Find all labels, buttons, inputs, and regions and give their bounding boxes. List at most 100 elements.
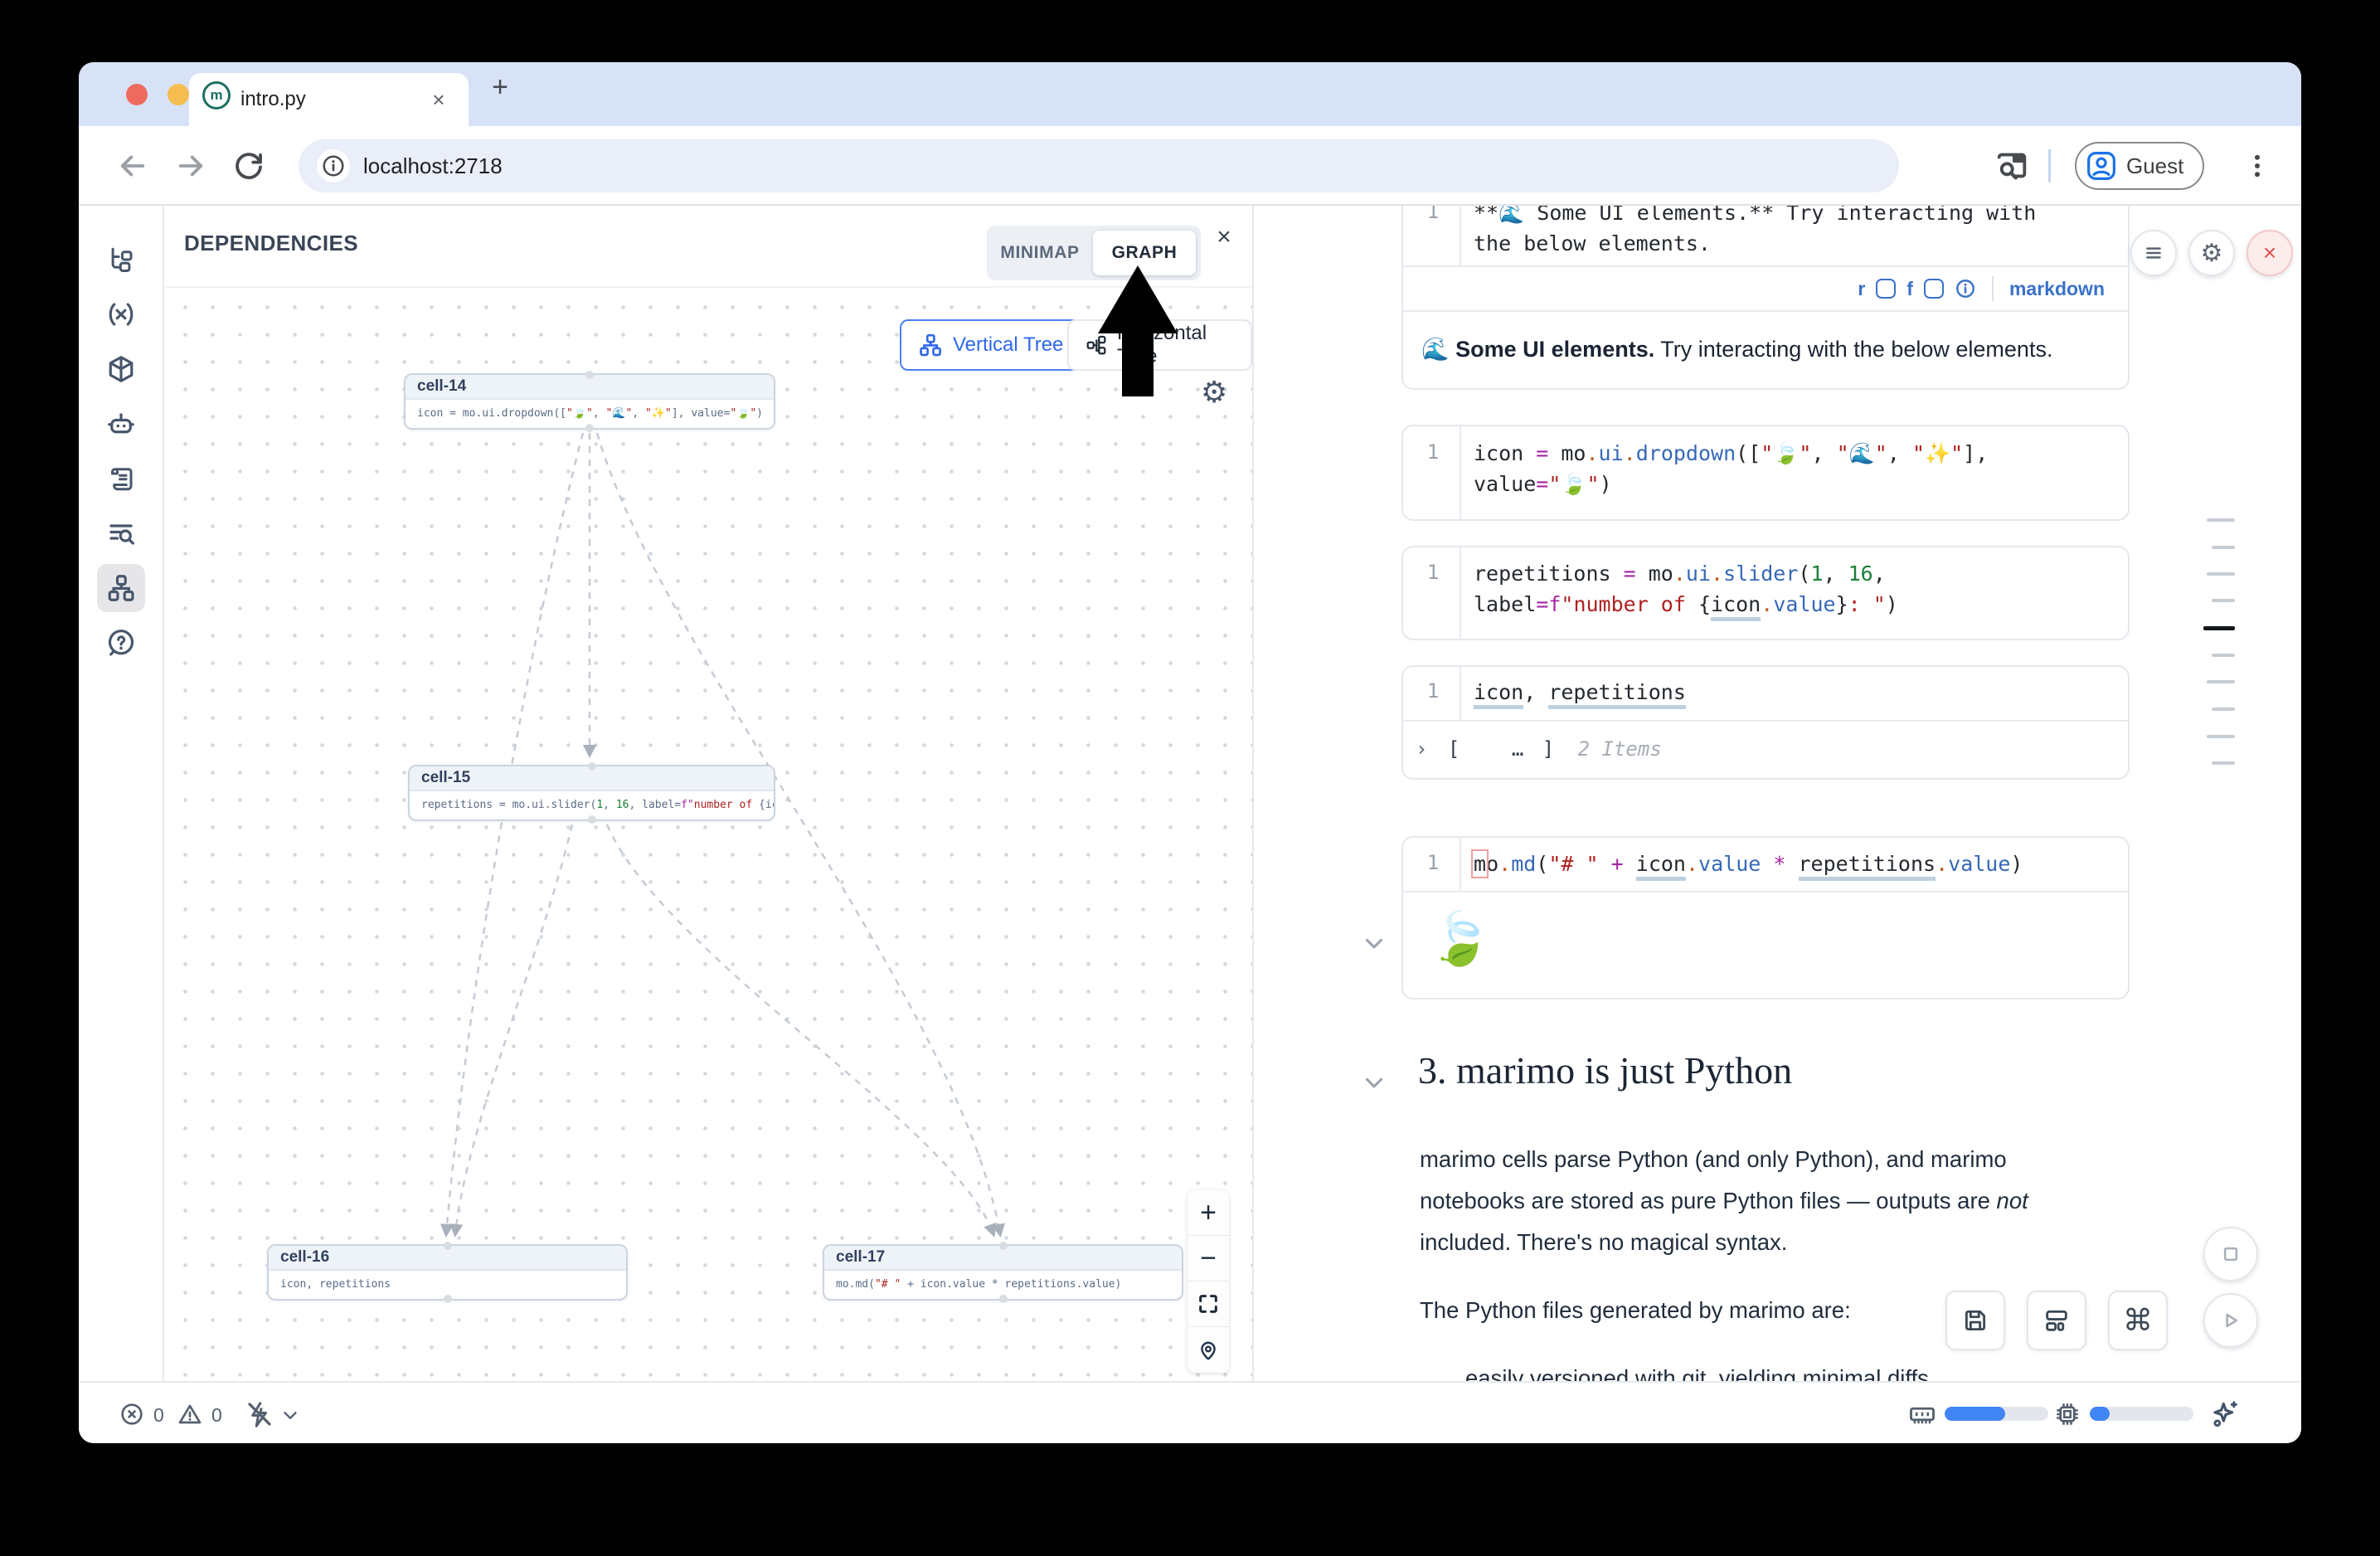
markdown-cell[interactable]: 1 **🌊 Some UI elements.** Try interactin…: [1401, 206, 2130, 390]
gutter-rule: [1460, 838, 1461, 891]
code-line[interactable]: mo.md("# " + icon.value * repetitions.va…: [1474, 850, 2023, 878]
code-line[interactable]: icon, repetitions: [1474, 678, 1686, 707]
chevron-down-icon[interactable]: [279, 1404, 301, 1426]
cell-outline-minimap[interactable]: [2202, 206, 2235, 786]
outline-marker[interactable]: [2207, 572, 2235, 576]
prose-line: marimo cells parse Python (and only Pyth…: [1420, 1146, 2007, 1173]
info-icon[interactable]: [1955, 278, 1976, 299]
code-line[interactable]: **🌊 Some UI elements.** Try interacting …: [1474, 206, 2036, 227]
back-icon[interactable]: [115, 148, 150, 183]
language-label[interactable]: markdown: [2009, 278, 2105, 300]
tab-search-icon[interactable]: [1993, 147, 2031, 185]
tab-graph[interactable]: GRAPH: [1093, 226, 1196, 280]
warnings-icon[interactable]: [177, 1401, 203, 1427]
items-count-label: 2 Items: [1578, 737, 1662, 761]
site-info-icon[interactable]: [317, 149, 350, 182]
code-line[interactable]: icon = mo.ui.dropdown(["🍃", "🌊", "✨"],: [1474, 440, 1988, 468]
md-expression-cell[interactable]: 1 mo.md("# " + icon.value * repetitions.…: [1401, 836, 2130, 999]
dependency-graph-canvas[interactable]: Vertical Tree Horizontal Tree ⚙ cell-14 …: [164, 286, 1252, 1381]
browser-tab[interactable]: m intro.py ×: [189, 73, 469, 126]
expression-cell[interactable]: 1 icon, repetitions › [ … ] 2 Items: [1401, 665, 2130, 780]
close-panel-icon[interactable]: ×: [1207, 221, 1241, 254]
minimize-window-button[interactable]: [168, 84, 189, 105]
reactive-badge[interactable]: r: [1858, 278, 1865, 300]
sidebar-item-dependency-graph[interactable]: [97, 564, 145, 612]
outline-marker[interactable]: [2212, 546, 2235, 549]
outline-marker[interactable]: [2212, 707, 2235, 711]
shutdown-button[interactable]: ×: [2246, 230, 2293, 276]
tab-minimap[interactable]: MINIMAP: [987, 226, 1093, 280]
save-icon: [1961, 1306, 1989, 1335]
center-selection-button[interactable]: [1188, 1327, 1229, 1373]
cell-divider: [1403, 310, 2128, 312]
collapse-section-chevron-icon[interactable]: [1360, 1068, 1388, 1096]
reactive-checkbox[interactable]: [1876, 279, 1896, 299]
code-line[interactable]: the below elements.: [1474, 230, 1711, 258]
graph-settings-gear-icon[interactable]: ⚙: [1201, 375, 1227, 410]
sidebar-item-logs[interactable]: [97, 509, 145, 557]
format-badge[interactable]: f: [1906, 278, 1913, 300]
profile-button[interactable]: Guest: [2075, 142, 2204, 190]
expand-chevron-icon[interactable]: ›: [1416, 737, 1427, 761]
run-cells-button[interactable]: [2203, 1293, 2258, 1348]
tab-close-icon[interactable]: ×: [424, 85, 454, 114]
graph-node-cell-16[interactable]: cell-16 icon, repetitions: [267, 1244, 628, 1301]
outline-marker[interactable]: [2207, 680, 2235, 683]
markdown-toggle-row: r f markdown: [1858, 276, 2105, 301]
cpu-icon[interactable]: [2052, 1399, 2082, 1429]
collapse-output-chevron-icon[interactable]: [1360, 929, 1388, 957]
horizontal-tree-button[interactable]: Horizontal Tree: [1067, 319, 1252, 371]
help-bubble-icon: [106, 628, 136, 658]
code-line[interactable]: label=f"number of {icon.value}: "): [1474, 591, 1898, 619]
location-pin-icon: [1197, 1339, 1220, 1362]
forward-icon[interactable]: [173, 148, 208, 183]
slider-code-cell[interactable]: 1 repetitions = mo.ui.slider(1, 16, labe…: [1401, 546, 2130, 640]
dropdown-code-cell[interactable]: 1 icon = mo.ui.dropdown(["🍃", "🌊", "✨"],…: [1401, 425, 2130, 521]
format-checkbox[interactable]: [1924, 279, 1944, 299]
zoom-in-button[interactable]: +: [1188, 1190, 1229, 1236]
sidebar-item-snippets[interactable]: [97, 455, 145, 503]
close-window-button[interactable]: [126, 84, 148, 105]
autorun-disabled-icon[interactable]: [245, 1399, 274, 1429]
errors-icon[interactable]: [119, 1401, 145, 1427]
sidebar-item-packages[interactable]: [97, 345, 145, 393]
outline-marker[interactable]: [2212, 654, 2235, 657]
notebook-settings-button[interactable]: ⚙: [2188, 230, 2235, 276]
graph-node-cell-15[interactable]: cell-15 repetitions = mo.ui.slider(1, 16…: [408, 765, 775, 821]
browser-menu-icon[interactable]: [2242, 150, 2273, 182]
graph-node-cell-14[interactable]: cell-14 icon = mo.ui.dropdown(["🍃", "🌊",…: [404, 373, 775, 430]
outline-marker[interactable]: [2212, 761, 2235, 765]
address-bar[interactable]: localhost:2718: [299, 139, 1899, 192]
collapsed-output-row[interactable]: › [ … ] 2 Items: [1416, 737, 1662, 761]
notebook-menu-button[interactable]: [2130, 230, 2177, 276]
outline-marker[interactable]: [2207, 735, 2235, 738]
cell-divider: [1403, 720, 2128, 722]
code-line[interactable]: value="🍃"): [1474, 470, 1612, 498]
ai-sparkle-icon[interactable]: [2208, 1398, 2242, 1431]
stop-kernel-button[interactable]: [2203, 1227, 2258, 1281]
vertical-tree-button[interactable]: Vertical Tree: [900, 319, 1081, 371]
url-text[interactable]: localhost:2718: [363, 139, 503, 192]
fit-view-button[interactable]: [1188, 1281, 1229, 1327]
sidebar-item-file-explorer[interactable]: [97, 236, 145, 284]
reload-icon[interactable]: [231, 148, 266, 183]
zoom-out-button[interactable]: −: [1188, 1236, 1229, 1281]
keyboard-shortcuts-button[interactable]: ⌘: [2108, 1291, 2168, 1350]
save-button[interactable]: [1945, 1291, 2005, 1350]
memory-icon[interactable]: [1907, 1399, 1937, 1429]
graph-node-cell-17[interactable]: cell-17 mo.md("# " + icon.value * repeti…: [823, 1244, 1183, 1301]
outline-marker[interactable]: [2207, 518, 2235, 522]
tab-strip: m intro.py × +: [79, 62, 2301, 126]
node-handle: [999, 1242, 1008, 1250]
code-line[interactable]: repetitions = mo.ui.slider(1, 16,: [1474, 560, 1886, 588]
new-tab-button[interactable]: +: [482, 69, 518, 105]
browser-window: m intro.py × + localhost:2718 Guest: [79, 62, 2301, 1443]
outline-marker[interactable]: [2212, 599, 2235, 602]
sidebar-item-help[interactable]: [97, 619, 145, 667]
cpu-usage-fill: [2090, 1407, 2110, 1421]
layout-toggle-button[interactable]: [2027, 1291, 2086, 1350]
file-tree-icon: [107, 246, 135, 274]
sidebar-item-variables[interactable]: [97, 290, 145, 338]
sidebar-item-ai-chat[interactable]: [97, 400, 145, 448]
outline-marker[interactable]: [2203, 626, 2235, 630]
